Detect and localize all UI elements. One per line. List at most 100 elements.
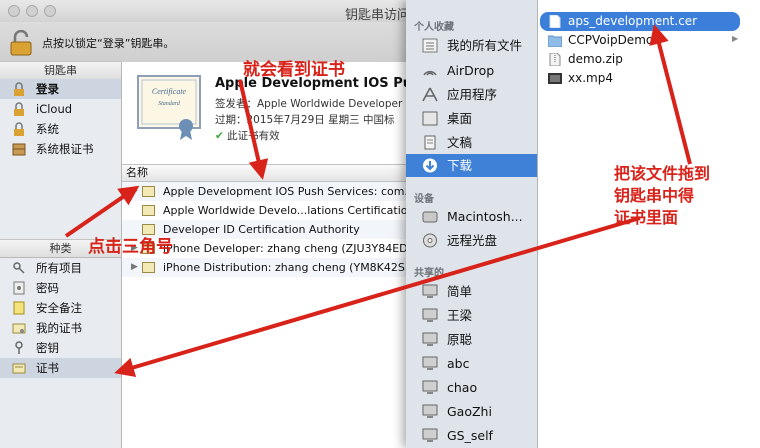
certificate-large-icon: Certificate Standard xyxy=(137,75,201,140)
sidebar-item-label: 文稿 xyxy=(447,135,473,150)
zip-file-icon xyxy=(549,53,561,66)
table-row[interactable]: Apple Worldwide Develo...lations Certifi… xyxy=(122,201,430,220)
list-item[interactable]: CCPVoipDemo xyxy=(540,31,740,50)
category-label: 密码 xyxy=(36,281,59,295)
category-label: 证书 xyxy=(36,361,59,375)
category-secure-notes[interactable]: 安全备注 xyxy=(0,298,121,318)
certificate-icon xyxy=(12,363,26,374)
all-files-icon xyxy=(422,38,438,53)
keychain-item-system-roots[interactable]: 系统根证书 xyxy=(0,139,121,159)
column-name-label: 名称 xyxy=(126,166,148,179)
sidebar-item-label: 原聪 xyxy=(447,332,473,347)
keychain-item-label: 系统根证书 xyxy=(36,142,94,156)
sidebar-item-label: AirDrop xyxy=(447,63,495,78)
applications-icon xyxy=(422,87,438,102)
sidebar-item-downloads[interactable]: 下载 xyxy=(406,154,537,177)
finder-sidebar: 个人收藏 我的所有文件 AirDrop 应用程序 桌面 文稿 下载 设备 Mac… xyxy=(406,0,538,448)
list-item[interactable]: demo.zip xyxy=(540,50,740,69)
sidebar-item-label: 应用程序 xyxy=(447,87,498,102)
file-name: aps_development.cer xyxy=(568,14,698,28)
folder-expand-chevron-icon[interactable]: ▶ xyxy=(732,34,738,43)
computer-icon xyxy=(422,404,438,418)
lock-icon[interactable] xyxy=(9,30,33,56)
keychains-header: 钥匙串 xyxy=(0,61,121,80)
sidebar-item-desktop[interactable]: 桌面 xyxy=(406,107,537,130)
category-all-items[interactable]: 所有项目 xyxy=(0,258,121,278)
cabinet-icon xyxy=(12,143,26,156)
sidebar-item-shared[interactable]: 王梁 xyxy=(406,304,537,327)
list-item[interactable]: aps_development.cer xyxy=(540,12,740,31)
file-name: demo.zip xyxy=(568,52,623,66)
certificate-icon xyxy=(142,186,155,197)
annotation-click-triangle: 点击三角号 xyxy=(88,237,173,257)
keychain-item-label: iCloud xyxy=(36,102,73,116)
table-row[interactable]: ▶ iPhone Distribution: zhang cheng (YM8K… xyxy=(122,258,430,277)
category-keys[interactable]: 密钥 xyxy=(0,338,121,358)
category-label: 所有项目 xyxy=(36,261,82,275)
folder-icon xyxy=(548,35,562,47)
category-my-certificates[interactable]: 我的证书 xyxy=(0,318,121,338)
disclosure-triangle-icon[interactable]: ▶ xyxy=(131,258,138,277)
sidebar-item-applications[interactable]: 应用程序 xyxy=(406,83,537,106)
computer-icon xyxy=(422,356,438,370)
category-label: 我的证书 xyxy=(36,321,82,335)
cer-file-icon xyxy=(549,15,561,28)
zoom-button[interactable] xyxy=(44,5,56,17)
devices-header: 设备 xyxy=(414,194,434,205)
cert-name: iPhone Developer: zhang cheng (ZJU3Y84ED… xyxy=(163,242,415,255)
sidebar-item-shared[interactable]: 原聪 xyxy=(406,328,537,351)
sidebar-item-macintosh-hd[interactable]: Macintosh... xyxy=(406,205,537,228)
keychain-item-login[interactable]: 登录 xyxy=(0,79,121,99)
cert-status: ✔ 此证书有效 xyxy=(215,128,280,143)
sidebar-item-shared[interactable]: GaoZhi xyxy=(406,400,537,423)
shared-header: 共享的 xyxy=(414,268,444,279)
category-passwords[interactable]: 密码 xyxy=(0,278,121,298)
sidebar-item-label: 我的所有文件 xyxy=(447,38,523,53)
valid-check-icon: ✔ xyxy=(215,130,224,142)
sidebar-item-airdrop[interactable]: AirDrop xyxy=(406,59,537,82)
sidebar-item-shared[interactable]: GS_self xyxy=(406,424,537,447)
disclosure-triangle-icon[interactable]: ▶ xyxy=(131,182,138,201)
close-button[interactable] xyxy=(8,5,20,17)
sidebar-item-shared[interactable]: chao xyxy=(406,376,537,399)
list-item[interactable]: xx.mp4 xyxy=(540,69,740,88)
category-certificates[interactable]: 证书 xyxy=(0,358,121,378)
cert-icon-text-1: Certificate xyxy=(152,87,187,96)
annotation-drag-line-2: 钥匙串中得 xyxy=(614,186,695,205)
minimize-button[interactable] xyxy=(26,5,38,17)
keychain-item-system[interactable]: 系统 xyxy=(0,119,121,139)
lock-hint-text: 点按以锁定“登录”钥匙串。 xyxy=(42,37,175,50)
sidebar-item-label: GaoZhi xyxy=(447,404,492,419)
column-header-name[interactable]: 名称 xyxy=(122,164,430,182)
sidebar-item-label: 远程光盘 xyxy=(447,233,498,248)
cloud-icon xyxy=(14,102,24,116)
computer-icon xyxy=(422,380,438,394)
keychain-item-label: 登录 xyxy=(36,82,59,96)
hard-disk-icon xyxy=(422,211,438,223)
finder-window: 个人收藏 我的所有文件 AirDrop 应用程序 桌面 文稿 下载 设备 Mac… xyxy=(406,0,760,448)
computer-icon xyxy=(422,332,438,346)
window-title: 钥匙串访问 xyxy=(345,8,411,23)
documents-icon xyxy=(424,135,436,150)
sidebar-item-shared[interactable]: 简单 xyxy=(406,280,537,303)
keychain-item-icloud[interactable]: iCloud xyxy=(0,99,121,119)
annotation-drag-line-3: 证书里面 xyxy=(614,208,679,227)
table-row[interactable]: ▶ Apple Development IOS Push Services: c… xyxy=(122,182,430,201)
sidebar-item-remote-disc[interactable]: 远程光盘 xyxy=(406,229,537,252)
annotation-drag-line-1: 把该文件拖到 xyxy=(614,164,711,183)
sidebar-item-shared[interactable]: abc xyxy=(406,352,537,375)
keychain-titlebar: 钥匙串访问 xyxy=(0,0,430,23)
desktop-icon xyxy=(422,111,438,126)
certificate-icon xyxy=(142,205,155,216)
sidebar-item-documents[interactable]: 文稿 xyxy=(406,131,537,154)
sidebar-item-label: 王梁 xyxy=(447,308,473,323)
cert-status-text: 此证书有效 xyxy=(227,130,280,142)
downloads-icon xyxy=(423,158,437,173)
category-label: 密钥 xyxy=(36,341,59,355)
sidebar-item-all-files[interactable]: 我的所有文件 xyxy=(406,34,537,57)
lock-icon xyxy=(14,82,24,96)
cert-name: iPhone Distribution: zhang cheng (YM8K42… xyxy=(163,261,411,274)
sidebar-item-label: 简单 xyxy=(447,284,473,299)
computer-icon xyxy=(422,308,438,322)
my-cert-icon xyxy=(12,323,26,334)
